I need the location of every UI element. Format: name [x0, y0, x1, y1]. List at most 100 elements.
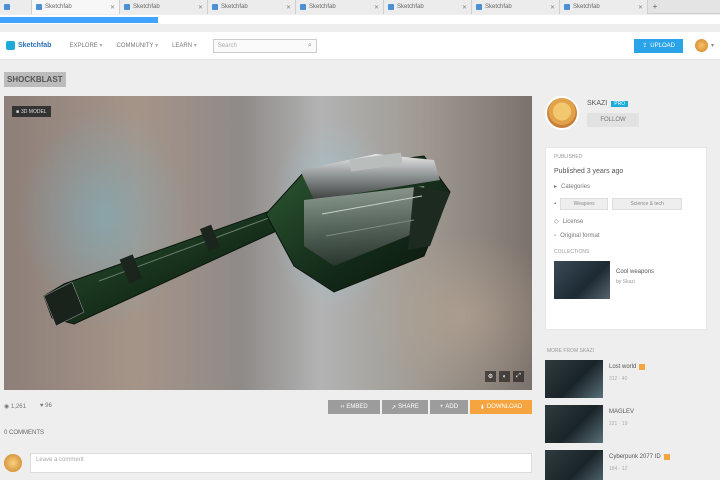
close-icon[interactable]: ✕: [286, 4, 291, 11]
download-icon: ⬇: [479, 404, 485, 411]
likes-stat[interactable]: ♥ 96: [40, 403, 52, 410]
related-thumbnail: [545, 360, 603, 398]
more-from-heading: MORE FROM SKAZI: [547, 348, 594, 354]
collection-thumbnail: [554, 261, 610, 299]
related-title-row: Lost world: [609, 364, 646, 370]
search-icon[interactable]: ⌕: [308, 42, 312, 50]
model-viewer[interactable]: ■ 3D MODEL ⚙ ◐ ⤢: [4, 96, 532, 390]
publish-date: Published 3 years ago: [554, 168, 624, 175]
viewer-controls: ⚙ ◐ ⤢: [485, 371, 524, 382]
page-load-progress: [0, 17, 159, 23]
model-actions: ‹› EMBED ↗ SHARE + ADD ⬇ DOWNLOAD: [328, 400, 532, 414]
vr-icon[interactable]: ◐: [499, 371, 510, 382]
download-button[interactable]: ⬇ DOWNLOAD: [470, 400, 532, 414]
embed-button[interactable]: ‹› EMBED: [328, 400, 380, 414]
tab-title: Sketchfab: [573, 4, 600, 10]
fullscreen-icon[interactable]: ⤢: [513, 371, 524, 382]
favicon-icon: [564, 4, 570, 10]
comment-input[interactable]: Leave a comment: [30, 453, 532, 473]
upload-icon: ⇪: [642, 43, 648, 49]
views-count: 1,261: [10, 404, 26, 410]
model-stats: ◉ 1,261 ♥ 96: [4, 403, 52, 410]
cube-icon: ■: [16, 108, 20, 115]
logo-icon: [6, 41, 15, 50]
categories-label: Categories: [561, 183, 591, 190]
related-info: Lost world 312 · 40: [609, 360, 646, 398]
browser-tab-1[interactable]: Sketchfab ✕: [32, 0, 120, 14]
related-model[interactable]: Cyberpunk 2077 ID 184 · 12: [545, 450, 707, 480]
categories-row: ▸ Categories: [554, 183, 698, 191]
search-input[interactable]: Search ⌕: [212, 38, 317, 53]
tab-title: Sketchfab: [221, 4, 248, 10]
nav-learn[interactable]: LEARN: [172, 42, 197, 49]
staff-pick-icon: [663, 454, 670, 460]
license-icon: ◇: [554, 219, 559, 225]
license-label[interactable]: License: [563, 219, 584, 225]
browser-tab-3[interactable]: Sketchfab ✕: [208, 0, 296, 14]
browser-tab-4[interactable]: Sketchfab ✕: [296, 0, 384, 14]
close-icon[interactable]: ✕: [638, 4, 643, 11]
related-model[interactable]: MAGLEV 221 · 19: [545, 405, 707, 443]
settings-icon[interactable]: ⚙: [485, 371, 496, 382]
browser-tab-7[interactable]: Sketchfab ✕: [560, 0, 648, 14]
collection-item[interactable]: Cool weapons by Skazi: [554, 261, 698, 299]
embed-label: EMBED: [346, 404, 368, 410]
category-chip[interactable]: Weapons: [560, 198, 609, 210]
upload-button[interactable]: ⇪ UPLOAD: [634, 38, 683, 53]
author-info: SKAZI PRO FOLLOW: [587, 96, 639, 138]
avatar: [4, 454, 22, 472]
browser-tab-2[interactable]: Sketchfab ✕: [120, 0, 208, 14]
close-icon[interactable]: ✕: [198, 4, 203, 11]
code-icon: ‹›: [340, 404, 345, 410]
new-tab-button[interactable]: +: [648, 0, 662, 13]
related-title-row: Cyberpunk 2077 ID: [609, 454, 670, 460]
browser-tab-0[interactable]: [0, 0, 32, 14]
tab-title: Sketchfab: [397, 4, 424, 10]
collection-name: Cool weapons: [616, 269, 655, 275]
close-icon[interactable]: ✕: [550, 4, 555, 11]
site-header: Sketchfab EXPLORE COMMUNITY LEARN Search…: [0, 32, 720, 60]
download-label: DOWNLOAD: [486, 404, 523, 410]
category-chip[interactable]: Science & tech: [612, 198, 683, 210]
search-placeholder: Search: [217, 42, 237, 49]
site-logo[interactable]: Sketchfab: [6, 41, 51, 50]
model-info-card: PUBLISHED Published 3 years ago ▸ Catego…: [545, 147, 707, 330]
format-label: Original format: [560, 233, 600, 239]
follow-button[interactable]: FOLLOW: [587, 113, 639, 127]
related-info: Cyberpunk 2077 ID 184 · 12: [609, 450, 670, 480]
related-model[interactable]: Lost world 312 · 40: [545, 360, 707, 398]
nav-explore[interactable]: EXPLORE: [69, 42, 102, 49]
related-title: Cyberpunk 2077 ID: [609, 454, 661, 460]
tab-title: Sketchfab: [45, 4, 72, 10]
favicon-icon: [212, 4, 218, 10]
nav-community[interactable]: COMMUNITY: [117, 42, 159, 49]
author-avatar[interactable]: [545, 96, 579, 130]
close-icon[interactable]: ✕: [462, 4, 467, 11]
author-name[interactable]: SKAZI: [587, 100, 607, 107]
format-row: ▫ Original format: [554, 233, 698, 239]
plus-icon: +: [439, 404, 444, 410]
folder-icon: ▪: [554, 201, 557, 207]
close-icon[interactable]: ✕: [110, 4, 115, 11]
favicon-icon: [388, 4, 394, 10]
chevron-down-icon[interactable]: ▾: [711, 42, 714, 49]
browser-tab-5[interactable]: Sketchfab ✕: [384, 0, 472, 14]
related-thumbnail: [545, 450, 603, 480]
likes-count: 96: [45, 403, 52, 409]
favicon-icon: [300, 4, 306, 10]
main-nav: EXPLORE COMMUNITY LEARN: [69, 42, 196, 49]
user-avatar[interactable]: [694, 39, 708, 52]
browser-tab-6[interactable]: Sketchfab ✕: [472, 0, 560, 14]
tab-title: Sketchfab: [485, 4, 512, 10]
file-icon: ▫: [554, 233, 557, 239]
comments-heading: 0 COMMENTS: [4, 430, 45, 436]
logo-text: Sketchfab: [18, 42, 52, 49]
favicon-icon: [4, 4, 10, 10]
add-button[interactable]: + ADD: [430, 400, 468, 414]
model-type-badge: ■ 3D MODEL: [12, 106, 51, 117]
share-label: SHARE: [398, 404, 419, 410]
staff-pick-icon: [639, 364, 646, 370]
close-icon[interactable]: ✕: [374, 4, 379, 11]
share-button[interactable]: ↗ SHARE: [382, 400, 428, 414]
related-info: MAGLEV 221 · 19: [609, 405, 634, 443]
